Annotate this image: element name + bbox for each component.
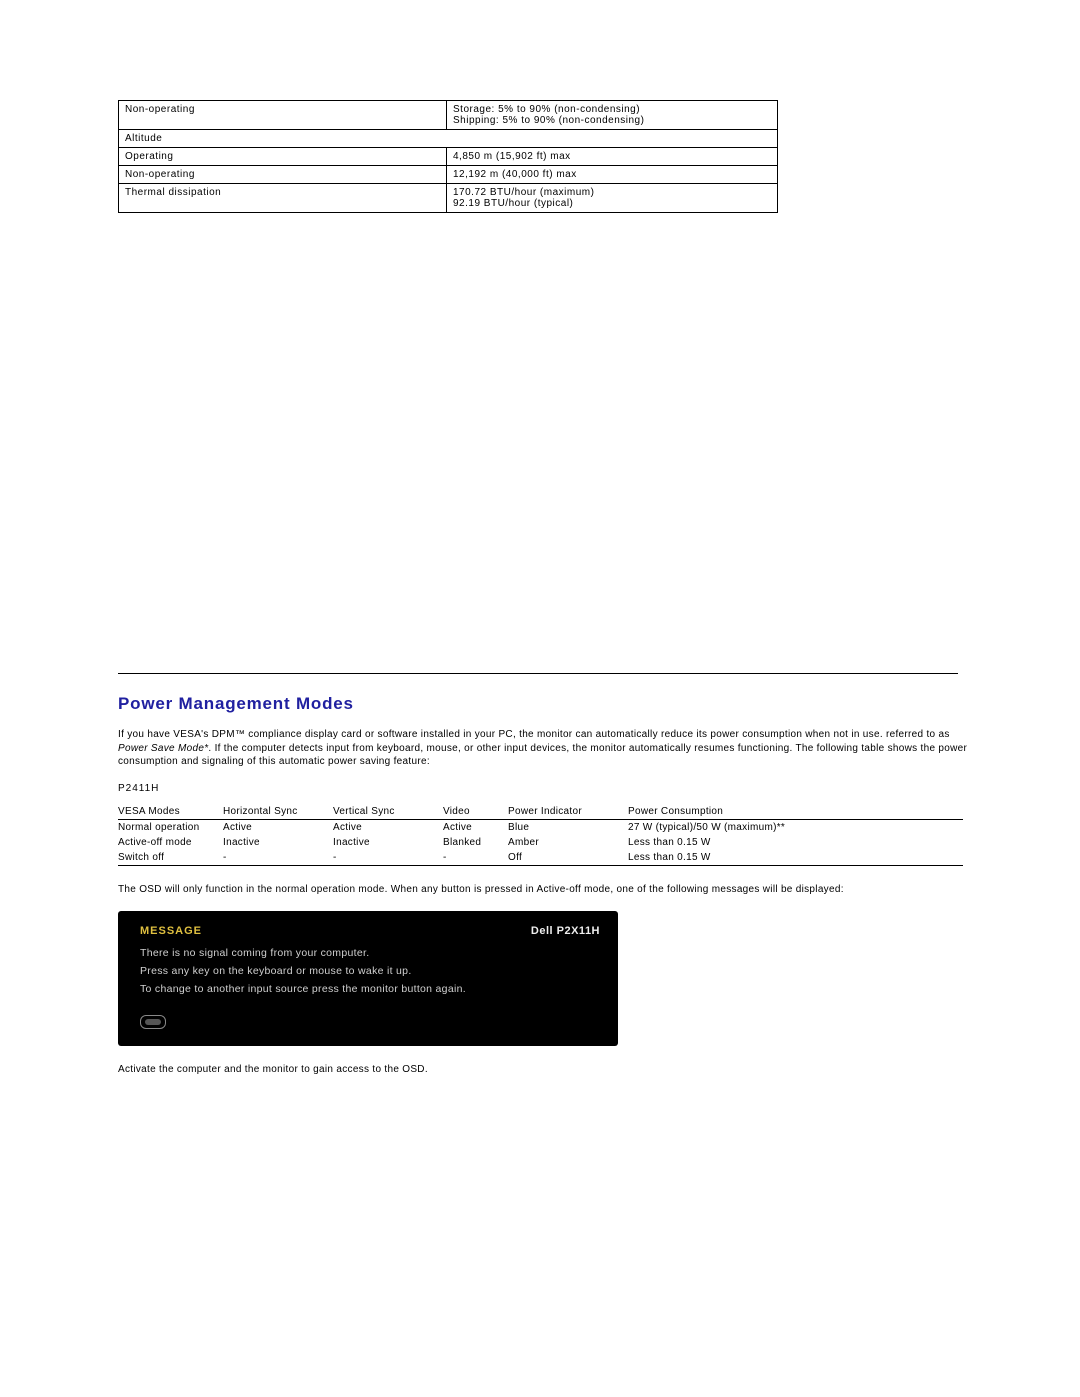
osd-note: The OSD will only function in the normal… bbox=[118, 884, 1060, 895]
table-row: Switch off - - - Off Less than 0.15 W bbox=[118, 850, 963, 866]
cell: Inactive bbox=[223, 835, 333, 850]
cell: Active-off mode bbox=[118, 835, 223, 850]
model-label: P2411H bbox=[118, 783, 1060, 794]
table-row: Non-operating Storage: 5% to 90% (non-co… bbox=[119, 101, 778, 130]
osd-line-2: Press any key on the keyboard or mouse t… bbox=[140, 965, 600, 977]
osd-message-box: MESSAGE Dell P2X11H There is no signal c… bbox=[118, 911, 618, 1046]
col-header: VESA Modes bbox=[118, 804, 223, 820]
table-row: Non-operating 12,192 m (40,000 ft) max bbox=[119, 166, 778, 184]
col-header: Video bbox=[443, 804, 508, 820]
input-source-icon bbox=[140, 1015, 166, 1029]
cell: Less than 0.15 W bbox=[628, 850, 963, 866]
col-header: Power Consumption bbox=[628, 804, 963, 820]
cell: - bbox=[333, 850, 443, 866]
env-value: 12,192 m (40,000 ft) max bbox=[447, 166, 778, 184]
activate-note: Activate the computer and the monitor to… bbox=[118, 1064, 1060, 1075]
env-label: Operating bbox=[119, 148, 447, 166]
cell: Less than 0.15 W bbox=[628, 835, 963, 850]
cell: Blue bbox=[508, 819, 628, 835]
col-header: Horizontal Sync bbox=[223, 804, 333, 820]
cell: Active bbox=[223, 819, 333, 835]
cell: Amber bbox=[508, 835, 628, 850]
table-row: Active-off mode Inactive Inactive Blanke… bbox=[118, 835, 963, 850]
env-value: Storage: 5% to 90% (non-condensing) Ship… bbox=[447, 101, 778, 130]
table-row: Operating 4,850 m (15,902 ft) max bbox=[119, 148, 778, 166]
cell: Off bbox=[508, 850, 628, 866]
cell: Switch off bbox=[118, 850, 223, 866]
col-header: Vertical Sync bbox=[333, 804, 443, 820]
env-section-header: Altitude bbox=[119, 130, 778, 148]
osd-line-1: There is no signal coming from your comp… bbox=[140, 947, 600, 959]
environmental-table: Non-operating Storage: 5% to 90% (non-co… bbox=[118, 100, 778, 213]
env-label: Thermal dissipation bbox=[119, 184, 447, 213]
osd-model-label: Dell P2X11H bbox=[531, 925, 600, 937]
osd-message-label: MESSAGE bbox=[140, 925, 202, 937]
osd-line-3: To change to another input source press … bbox=[140, 983, 600, 995]
cell: Active bbox=[333, 819, 443, 835]
table-row: Thermal dissipation 170.72 BTU/hour (max… bbox=[119, 184, 778, 213]
col-header: Power Indicator bbox=[508, 804, 628, 820]
cell: Blanked bbox=[443, 835, 508, 850]
table-row: Altitude bbox=[119, 130, 778, 148]
env-label: Non-operating bbox=[119, 166, 447, 184]
env-value: 4,850 m (15,902 ft) max bbox=[447, 148, 778, 166]
power-management-table: VESA Modes Horizontal Sync Vertical Sync… bbox=[118, 804, 963, 866]
section-divider bbox=[118, 673, 958, 674]
section-title: Power Management Modes bbox=[118, 694, 1060, 714]
env-value: 170.72 BTU/hour (maximum) 92.19 BTU/hour… bbox=[447, 184, 778, 213]
intro-italic: Power Save Mode* bbox=[118, 743, 208, 754]
env-label: Non-operating bbox=[119, 101, 447, 130]
cell: - bbox=[223, 850, 333, 866]
cell: - bbox=[443, 850, 508, 866]
intro-text-2: . If the computer detects input from key… bbox=[118, 743, 967, 768]
intro-paragraph: If you have VESA's DPM™ compliance displ… bbox=[118, 728, 978, 769]
intro-text-1: If you have VESA's DPM™ compliance displ… bbox=[118, 729, 950, 740]
table-row: Normal operation Active Active Active Bl… bbox=[118, 819, 963, 835]
cell: Inactive bbox=[333, 835, 443, 850]
cell: 27 W (typical)/50 W (maximum)** bbox=[628, 819, 963, 835]
cell: Active bbox=[443, 819, 508, 835]
cell: Normal operation bbox=[118, 819, 223, 835]
